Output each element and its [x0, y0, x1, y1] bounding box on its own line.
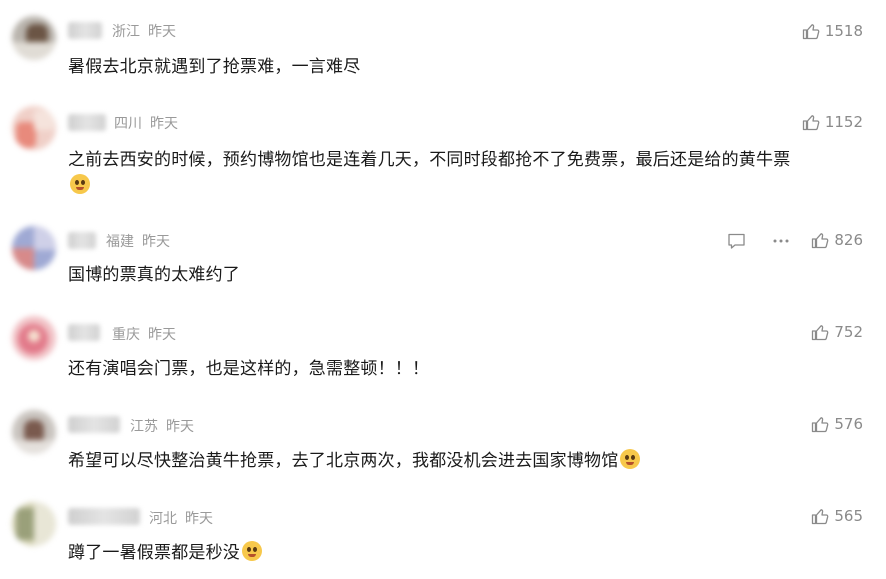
more-icon[interactable] — [772, 232, 790, 250]
crying-face-emoji — [620, 449, 641, 469]
comment-meta: 浙江 昨天 — [112, 21, 176, 41]
comment-meta: 重庆 昨天 — [112, 324, 176, 344]
avatar[interactable] — [12, 502, 56, 546]
comment-meta: 河北 昨天 — [149, 508, 213, 528]
avatar[interactable] — [12, 16, 56, 60]
avatar[interactable] — [12, 106, 56, 150]
like-count: 1152 — [824, 113, 863, 131]
flushed-face-emoji — [70, 174, 90, 194]
time: 昨天 — [142, 234, 170, 250]
thumbs-up-icon — [812, 325, 829, 341]
location: 河北 — [149, 511, 177, 527]
location: 重庆 — [112, 327, 140, 343]
like-button[interactable]: 752 — [811, 322, 863, 342]
location: 江苏 — [130, 419, 158, 435]
like-button[interactable]: 1152 — [802, 112, 863, 132]
thumbs-up-icon — [812, 417, 829, 433]
location: 浙江 — [112, 24, 140, 40]
location: 福建 — [106, 234, 134, 250]
thumbs-up-icon — [802, 115, 820, 131]
thumbs-up-icon — [812, 233, 829, 249]
like-count: 826 — [834, 231, 863, 249]
time: 昨天 — [148, 327, 176, 343]
time: 昨天 — [150, 116, 178, 132]
avatar[interactable] — [12, 316, 56, 360]
comment-item: 江苏 昨天 希望可以尽快整治黄牛抢票，去了北京两次，我都没机会进去国家博物馆 57… — [0, 394, 886, 486]
comment-icon[interactable] — [727, 232, 746, 250]
avatar[interactable] — [12, 410, 56, 454]
avatar[interactable] — [12, 226, 56, 270]
like-count: 752 — [834, 323, 863, 341]
like-count: 565 — [834, 507, 863, 525]
comment-tools — [727, 232, 790, 250]
time: 昨天 — [185, 511, 213, 527]
comment-item: 重庆 昨天 还有演唱会门票，也是这样的，急需整顿！！！ 752 — [0, 302, 886, 394]
username[interactable] — [68, 416, 120, 433]
comment-text: 希望可以尽快整治黄牛抢票，去了北京两次，我都没机会进去国家博物馆 — [68, 446, 641, 471]
like-button[interactable]: 565 — [811, 506, 863, 526]
comment-item: 河北 昨天 蹲了一暑假票都是秒没 565 — [0, 486, 886, 579]
location: 四川 — [114, 116, 142, 132]
like-button[interactable]: 1518 — [802, 21, 863, 41]
comment-text: 之前去西安的时候，预约博物馆也是连着几天，不同时段都抢不了免费票，最后还是给的黄… — [68, 150, 791, 170]
comment-item: 四川 昨天 之前去西安的时候，预约博物馆也是连着几天，不同时段都抢不了免费票，最后… — [0, 92, 886, 210]
comment-item: 福建 昨天 国博的票真的太难约了 826 — [0, 210, 886, 302]
time: 昨天 — [166, 419, 194, 435]
comment-text: 蹲了一暑假票都是秒没 — [68, 538, 262, 563]
comment-text: 暑假去北京就遇到了抢票难，一言难尽 — [68, 57, 361, 77]
username[interactable] — [68, 22, 102, 39]
like-button[interactable]: 576 — [811, 414, 863, 434]
comment-meta: 福建 昨天 — [106, 231, 170, 251]
thumbs-up-icon — [802, 24, 820, 40]
comment-text: 还有演唱会门票，也是这样的，急需整顿！！！ — [68, 359, 430, 379]
time: 昨天 — [148, 24, 176, 40]
comment-meta: 四川 昨天 — [114, 113, 178, 133]
like-count: 1518 — [824, 22, 863, 40]
like-count: 576 — [834, 415, 863, 433]
username[interactable] — [68, 508, 140, 525]
thumbs-up-icon — [812, 509, 829, 525]
like-button[interactable]: 826 — [811, 230, 863, 250]
comment-meta: 江苏 昨天 — [130, 416, 194, 436]
username[interactable] — [68, 232, 96, 249]
crying-laughing-face-emoji — [242, 541, 262, 561]
username[interactable] — [68, 324, 100, 341]
comment-item: 浙江 昨天 暑假去北京就遇到了抢票难，一言难尽 1518 — [0, 0, 886, 92]
comment-text: 国博的票真的太难约了 — [68, 265, 240, 285]
username[interactable] — [68, 114, 106, 131]
